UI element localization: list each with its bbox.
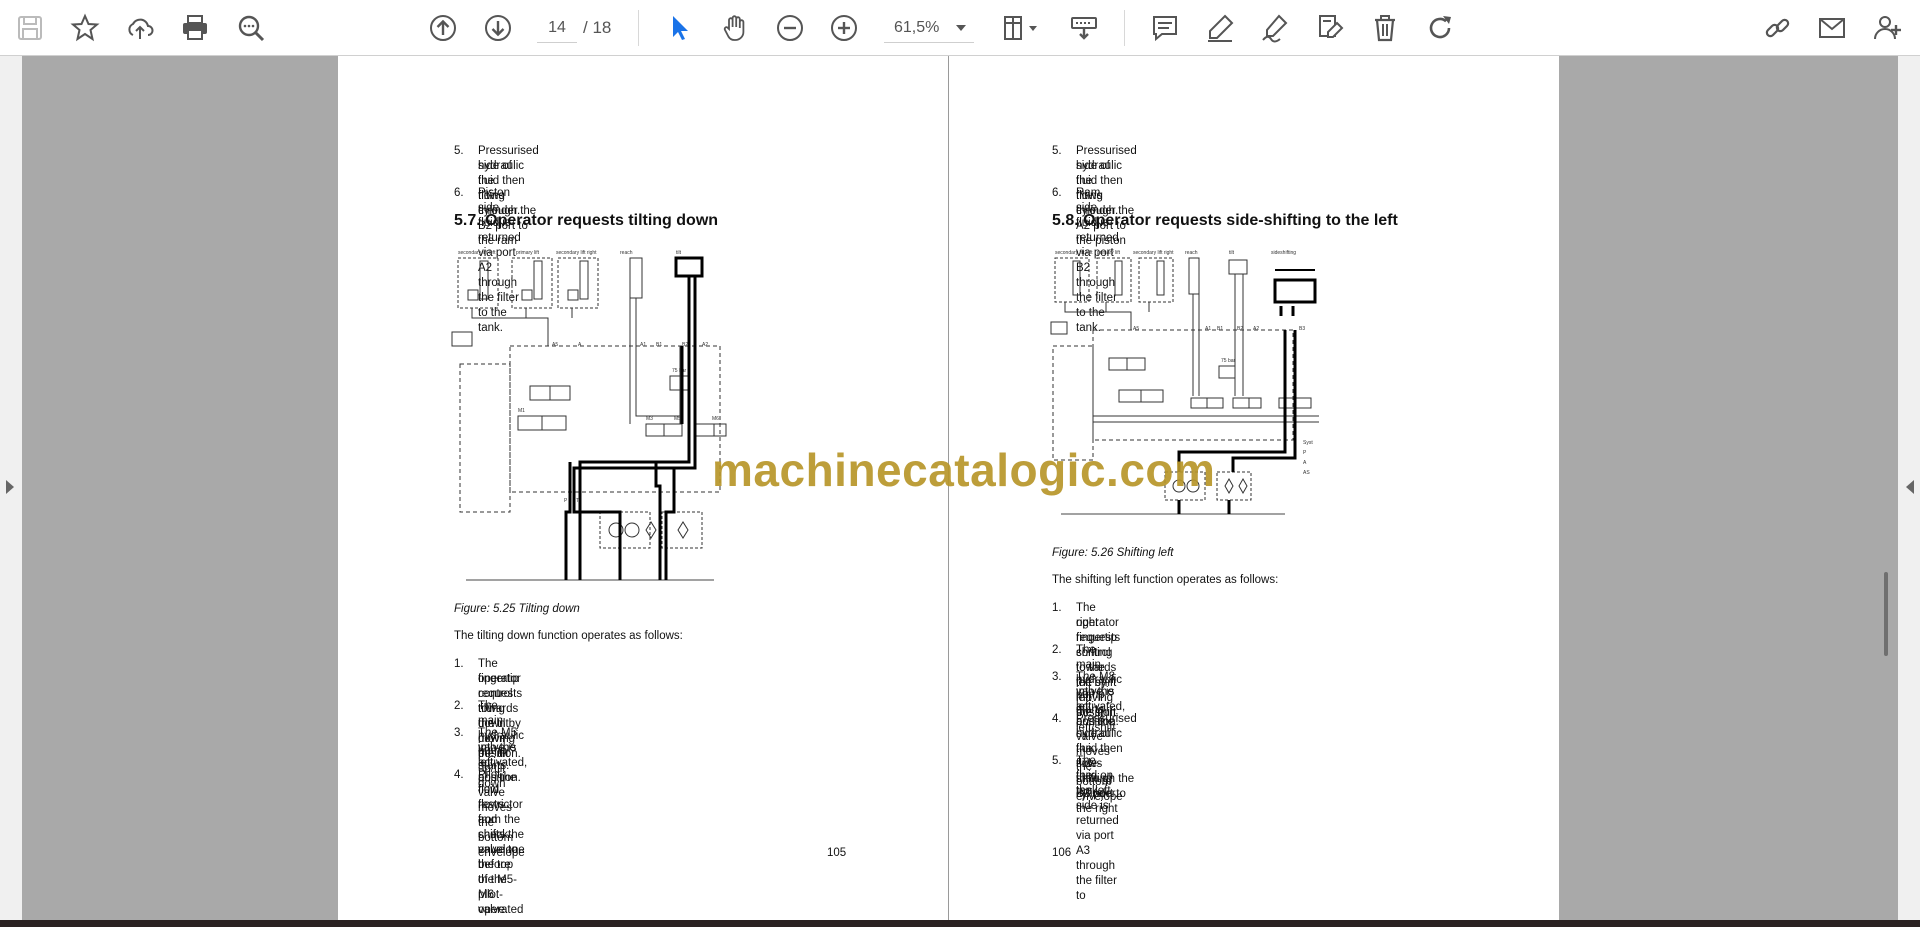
diagram-label: M3: [646, 416, 653, 422]
scrollbar-track[interactable]: [1878, 56, 1896, 920]
rotate-icon[interactable]: [1420, 8, 1460, 48]
fit-page-icon[interactable]: [995, 8, 1045, 48]
sign-icon[interactable]: [1310, 8, 1350, 48]
diagram-label: primary lift: [516, 250, 540, 256]
paragraph: The tilting down function operates as fo…: [454, 630, 683, 642]
diagram-label: AS: [1303, 470, 1310, 476]
chevron-right-icon[interactable]: [6, 480, 14, 494]
section-heading: 5.8. Operator requests side-shifting to …: [1052, 212, 1398, 229]
diagram-label: A5: [552, 342, 558, 348]
page-up-icon[interactable]: [423, 8, 463, 48]
page-number: 106: [1052, 847, 1072, 859]
bottom-bar: [0, 920, 1920, 927]
diagram-label: B2: [1237, 326, 1243, 332]
figure-caption: Figure: 5.26 Shifting left: [1052, 547, 1174, 559]
zoom-level-dropdown[interactable]: 61,5%: [884, 13, 974, 43]
keyboard-icon[interactable]: [1064, 8, 1104, 48]
email-icon[interactable]: [1812, 8, 1852, 48]
chevron-down-icon: [956, 25, 966, 31]
zoom-level-value: 61,5%: [894, 19, 940, 36]
diagram-label: secondary lift left: [1055, 250, 1093, 256]
toolbar-divider: [638, 10, 639, 46]
chevron-left-icon[interactable]: [1906, 480, 1914, 494]
diagram-label: Syst: [1303, 440, 1313, 446]
diagram-label: sideshifting: [1271, 250, 1296, 256]
diagram-label: reach: [1185, 250, 1198, 256]
diagram-label: A1: [1205, 326, 1211, 332]
diagram-label: A: [578, 342, 582, 348]
diagram-label: A5: [1133, 326, 1139, 332]
diagram-label: A2: [702, 342, 708, 348]
diagram-label: 75 bar: [1221, 358, 1236, 364]
diagram-label: M1: [518, 408, 525, 414]
diagram-label: B1: [656, 342, 662, 348]
comment-icon[interactable]: [1145, 8, 1185, 48]
hydraulic-diagram-tilting-down: secondary lift left primary lift seconda…: [451, 250, 727, 581]
add-user-icon[interactable]: [1867, 8, 1907, 48]
scrollbar-thumb[interactable]: [1884, 572, 1888, 656]
toolbar-divider: [1124, 10, 1125, 46]
highlight-pen-icon[interactable]: [1200, 8, 1240, 48]
page-total-label: / 18: [583, 18, 612, 37]
diagram-label: secondary lift right: [556, 250, 597, 256]
section-heading: 5.7. Operator requests tilting down: [454, 212, 719, 229]
diagram-label: A2: [1253, 326, 1259, 332]
diagram-label: P: [564, 498, 568, 504]
diagram-label: secondary lift right: [1133, 250, 1174, 256]
diagram-label: reach: [620, 250, 633, 256]
share-link-icon[interactable]: [1758, 8, 1798, 48]
hand-tool-icon[interactable]: [715, 8, 755, 48]
diagram-label: 75 bar: [672, 368, 687, 374]
toolbar: 14 / 18 61,5%: [0, 0, 1920, 56]
diagram-label: M6: [712, 416, 719, 422]
diagram-label: tilt: [676, 250, 682, 256]
print-icon[interactable]: [175, 8, 215, 48]
diagram-label: B3: [1299, 326, 1305, 332]
zoom-out-icon[interactable]: [770, 8, 810, 48]
page-number-input[interactable]: 14: [537, 13, 577, 43]
diagram-label: tilt: [1229, 250, 1235, 256]
paragraph: The shifting left function operates as f…: [1052, 574, 1279, 586]
page-down-icon[interactable]: [478, 8, 518, 48]
bookmark-star-icon[interactable]: [65, 8, 105, 48]
zoom-search-icon[interactable]: [231, 8, 271, 48]
draw-icon[interactable]: [1255, 8, 1295, 48]
diagram-label: A1: [640, 342, 646, 348]
upload-cloud-icon[interactable]: [120, 8, 160, 48]
figure-caption: Figure: 5.25 Tilting down: [454, 603, 580, 615]
select-cursor-icon[interactable]: [660, 8, 700, 48]
diagram-label: secondary lift left: [458, 250, 496, 256]
diagram-label: primary lift: [1097, 250, 1121, 256]
delete-icon[interactable]: [1365, 8, 1405, 48]
watermark: machinecatalogic.com: [712, 444, 1216, 496]
diagram-label: M5: [674, 416, 681, 422]
diagram-label: P: [1303, 450, 1307, 456]
save-icon[interactable]: [10, 8, 50, 48]
diagram-label: A: [1303, 460, 1307, 466]
zoom-in-icon[interactable]: [824, 8, 864, 48]
diagram-label: B1: [1217, 326, 1223, 332]
page-number: 105: [827, 847, 847, 859]
